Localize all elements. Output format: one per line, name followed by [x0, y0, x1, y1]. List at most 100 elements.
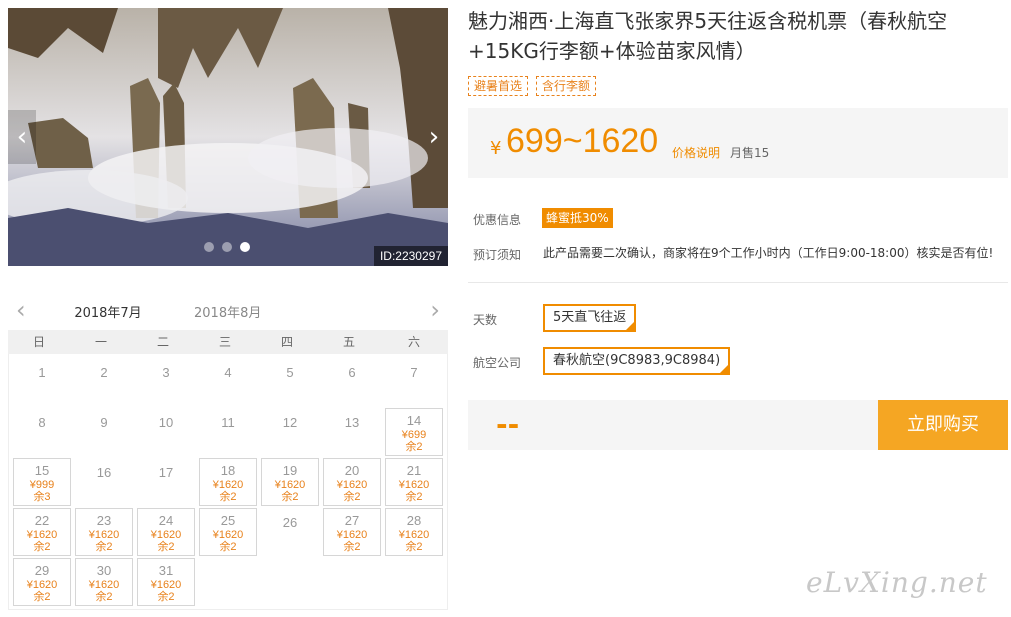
calendar-prev-icon[interactable]: ‹ — [16, 296, 26, 324]
calendar-day-available[interactable]: 29 ¥1620 余2 — [13, 558, 71, 606]
weekday: 三 — [218, 335, 231, 349]
day-price: ¥1620 — [26, 529, 58, 541]
day-number: 29 — [34, 563, 50, 578]
calendar-day: 12 — [261, 408, 319, 456]
total-bar: -- — [468, 400, 878, 450]
days-option-button[interactable]: 5天直飞往返 — [543, 304, 637, 332]
day-number: 23 — [96, 513, 112, 528]
weekday: 日 — [32, 335, 45, 349]
day-price: ¥1620 — [336, 479, 368, 491]
calendar-day-available[interactable]: 21 ¥1620 余2 — [385, 458, 443, 506]
day-number: 14 — [406, 413, 422, 428]
day-price: ¥1620 — [274, 479, 306, 491]
day-remaining: 余3 — [33, 491, 51, 503]
price-explanation-link[interactable]: 价格说明 — [672, 144, 720, 161]
calendar-day-available[interactable]: 15 ¥999 余3 — [13, 458, 71, 506]
buy-now-button[interactable]: 立即购买 — [878, 400, 1008, 450]
day-price: ¥1620 — [212, 479, 244, 491]
day-remaining: 余2 — [219, 491, 237, 503]
gallery-prev-button[interactable]: ‹ — [8, 110, 36, 164]
day-number: 21 — [406, 463, 422, 478]
day-remaining: 余2 — [33, 591, 51, 603]
day-number: 6 — [348, 365, 356, 380]
calendar-day: 1 — [13, 358, 71, 406]
calendar-day: 3 — [137, 358, 195, 406]
notice-text: 此产品需要二次确认，商家将在9个工作小时内（工作日9:00-18:00）核实是否… — [543, 246, 994, 260]
day-remaining: 余2 — [343, 541, 361, 553]
calendar-day-available[interactable]: 20 ¥1620 余2 — [323, 458, 381, 506]
calendar-month-nav: ‹ 2018年7月 2018年8月 › — [8, 292, 448, 333]
day-number: 31 — [158, 563, 174, 578]
product-tags: 避暑首选 含行李额 — [468, 76, 597, 96]
gallery-next-button[interactable]: › — [420, 110, 448, 164]
day-number: 30 — [96, 563, 112, 578]
day-number: 22 — [34, 513, 50, 528]
day-number: 7 — [410, 365, 418, 380]
day-price: ¥1620 — [26, 579, 58, 591]
weekday: 六 — [407, 335, 420, 349]
day-number: 2 — [100, 365, 108, 380]
notice-label: 预订须知 — [473, 248, 522, 262]
day-number: 11 — [221, 415, 235, 430]
calendar-day-available[interactable]: 19 ¥1620 余2 — [261, 458, 319, 506]
product-image-gallery[interactable]: ‹ › ID:2230297 — [8, 8, 448, 266]
calendar-day: 2 — [75, 358, 133, 406]
airline-option-button[interactable]: 春秋航空(9C8983,9C8984) — [543, 347, 731, 375]
calendar-day-available[interactable]: 25 ¥1620 余2 — [199, 508, 257, 556]
day-price: ¥699 — [401, 429, 427, 441]
calendar-day-available[interactable]: 22 ¥1620 余2 — [13, 508, 71, 556]
day-remaining: 余2 — [157, 591, 175, 603]
tag-summer: 避暑首选 — [468, 76, 529, 96]
calendar-grid: 1 2 3 4 5 6 7 8 9 10 11 12 13 14 ¥699 余2 15 ¥999 余3 16 17 18 ¥… — [8, 354, 448, 610]
price-panel: ¥ 699~1620 价格说明 月售15 — [468, 108, 1008, 178]
gallery-dot-1[interactable] — [204, 242, 214, 252]
day-price: ¥1620 — [398, 529, 430, 541]
day-remaining: 余2 — [33, 541, 51, 553]
calendar-day: 13 — [323, 408, 381, 456]
day-number: 15 — [34, 463, 50, 478]
day-price: ¥1620 — [212, 529, 244, 541]
calendar-day-available[interactable]: 31 ¥1620 余2 — [137, 558, 195, 606]
calendar-day: 4 — [199, 358, 257, 406]
monthly-sales: 月售15 — [730, 146, 770, 160]
calendar-weekday-header: 日 一 二 三 四 五 六 — [8, 330, 448, 354]
month-tab-august[interactable]: 2018年8月 — [194, 302, 261, 321]
promo-badge: 蜂蜜抵30% — [542, 208, 613, 228]
calendar-day: 6 — [323, 358, 381, 406]
day-remaining: 余2 — [95, 591, 113, 603]
watermark-logo: eLvXing.net — [806, 566, 988, 599]
calendar-next-icon[interactable]: › — [430, 296, 440, 324]
gallery-dot-3[interactable] — [240, 242, 250, 252]
product-title: 魅力湘西·上海直飞张家界5天往返含税机票（春秋航空+15KG行李额+体验苗家风情… — [468, 9, 948, 63]
gallery-dot-2[interactable] — [222, 242, 232, 252]
calendar-day: 7 — [385, 358, 443, 406]
calendar-day-available[interactable]: 30 ¥1620 余2 — [75, 558, 133, 606]
calendar-day-available[interactable]: 24 ¥1620 余2 — [137, 508, 195, 556]
day-price: ¥999 — [29, 479, 55, 491]
day-remaining: 余2 — [405, 541, 423, 553]
calendar-day-available[interactable]: 14 ¥699 余2 — [385, 408, 443, 456]
day-number: 19 — [282, 463, 298, 478]
divider — [468, 282, 1008, 283]
day-number: 28 — [406, 513, 422, 528]
month-tab-july[interactable]: 2018年7月 — [66, 302, 150, 333]
weekday: 二 — [156, 335, 169, 349]
day-number: 16 — [96, 465, 112, 480]
day-number: 1 — [38, 365, 46, 380]
day-price: ¥1620 — [336, 529, 368, 541]
calendar-day-available[interactable]: 28 ¥1620 余2 — [385, 508, 443, 556]
calendar-day: 26 — [261, 508, 319, 556]
calendar-day-available[interactable]: 18 ¥1620 余2 — [199, 458, 257, 506]
weekday: 一 — [94, 335, 107, 349]
day-number: 8 — [38, 415, 46, 430]
day-remaining: 余2 — [405, 441, 423, 453]
scenic-photo — [8, 8, 448, 266]
day-price: ¥1620 — [150, 529, 182, 541]
calendar-day: 10 — [137, 408, 195, 456]
price-range: 699~1620 — [506, 122, 659, 160]
calendar-day-available[interactable]: 23 ¥1620 余2 — [75, 508, 133, 556]
day-remaining: 余2 — [281, 491, 299, 503]
calendar-day-available[interactable]: 27 ¥1620 余2 — [323, 508, 381, 556]
calendar-day: 8 — [13, 408, 71, 456]
day-number: 13 — [344, 415, 360, 430]
